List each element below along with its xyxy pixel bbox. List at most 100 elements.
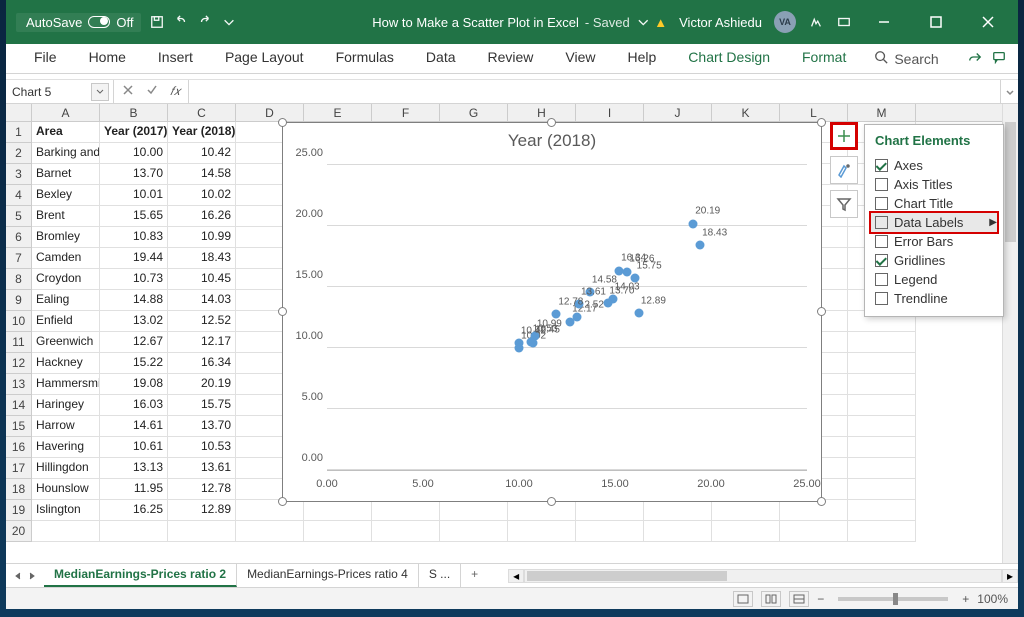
resize-handle[interactable] [547,497,556,506]
scroll-right-icon[interactable]: ▸ [1002,569,1018,583]
cell[interactable] [848,332,916,353]
cell[interactable] [848,500,916,521]
chart-element-option-axis-titles[interactable]: Axis Titles [875,175,993,194]
data-point[interactable] [526,337,535,346]
save-icon[interactable] [149,14,165,30]
cell[interactable] [848,395,916,416]
cell[interactable] [508,500,576,521]
chart-element-option-trendline[interactable]: Trendline [875,289,993,308]
row-header[interactable]: 14 [6,395,31,416]
column-header[interactable]: H [508,104,576,121]
row-header[interactable]: 17 [6,458,31,479]
checkbox-icon[interactable] [875,273,888,286]
chart-element-option-legend[interactable]: Legend [875,270,993,289]
submenu-arrow-icon[interactable]: ▶ [989,217,997,228]
cell[interactable]: 12.52 [168,311,236,332]
cell[interactable]: Year (2017) [100,122,168,143]
cell[interactable]: Bromley [32,227,100,248]
resize-handle[interactable] [817,497,826,506]
confirm-formula-icon[interactable] [146,83,158,101]
cell[interactable]: 13.70 [100,164,168,185]
cell[interactable]: 14.88 [100,290,168,311]
sheet-nav-prev-icon[interactable] [14,569,22,583]
cell[interactable]: 10.53 [168,437,236,458]
cell[interactable]: 13.70 [168,416,236,437]
cell[interactable] [848,458,916,479]
page-layout-view-button[interactable] [761,591,781,607]
row-header[interactable]: 16 [6,437,31,458]
name-box-dropdown-icon[interactable] [91,83,109,101]
cell[interactable]: 13.61 [168,458,236,479]
cell[interactable]: 12.78 [168,479,236,500]
qat-dropdown-icon[interactable] [221,14,237,30]
checkbox-icon[interactable] [875,292,888,305]
row-header[interactable]: 6 [6,227,31,248]
cell[interactable] [32,521,100,542]
formula-input[interactable] [189,80,1000,103]
resize-handle[interactable] [817,118,826,127]
tab-help[interactable]: Help [612,44,673,73]
cell[interactable]: 10.45 [168,269,236,290]
row-header[interactable]: 18 [6,479,31,500]
scroll-left-icon[interactable]: ◂ [508,569,524,583]
cell[interactable]: Bexley [32,185,100,206]
tab-home[interactable]: Home [73,44,142,73]
cell[interactable] [236,500,304,521]
row-header[interactable]: 5 [6,206,31,227]
column-header[interactable]: J [644,104,712,121]
cell[interactable] [304,521,372,542]
user-name[interactable]: Victor Ashiedu [679,15,762,30]
data-label[interactable]: 10.53 [533,324,558,335]
cell[interactable]: Havering [32,437,100,458]
cell[interactable]: Barnet [32,164,100,185]
cell[interactable]: 10.42 [168,143,236,164]
cell[interactable]: 15.22 [100,353,168,374]
data-label[interactable]: 13.61 [581,286,606,297]
checkbox-icon[interactable] [875,178,888,191]
chart-styles-button[interactable] [830,156,858,184]
cell[interactable] [780,521,848,542]
cell[interactable]: Camden [32,248,100,269]
normal-view-button[interactable] [733,591,753,607]
chart-element-option-gridlines[interactable]: Gridlines [875,251,993,270]
column-header[interactable]: C [168,104,236,121]
data-point[interactable] [566,317,575,326]
checkbox-icon[interactable] [875,216,888,229]
column-header[interactable]: A [32,104,100,121]
resize-handle[interactable] [817,307,826,316]
cell[interactable] [576,521,644,542]
cell[interactable]: 14.03 [168,290,236,311]
tab-formulas[interactable]: Formulas [320,44,410,73]
cell[interactable]: 12.89 [168,500,236,521]
resize-handle[interactable] [278,118,287,127]
cell[interactable]: 10.00 [100,143,168,164]
cell[interactable]: Enfield [32,311,100,332]
row-header[interactable]: 7 [6,248,31,269]
cell[interactable] [168,521,236,542]
sheet-tab[interactable]: S ... [419,564,461,587]
cell[interactable]: 15.65 [100,206,168,227]
data-point[interactable] [696,241,705,250]
cell[interactable]: 10.83 [100,227,168,248]
data-label[interactable]: 13.70 [609,285,634,296]
sheet-tab-active[interactable]: MedianEarnings-Prices ratio 2 [44,564,237,587]
data-point[interactable] [603,298,612,307]
zoom-slider[interactable] [838,597,948,601]
data-point[interactable] [515,343,524,352]
row-header[interactable]: 9 [6,290,31,311]
column-header[interactable]: D [236,104,304,121]
data-point[interactable] [635,308,644,317]
cell[interactable]: 14.58 [168,164,236,185]
cell[interactable]: 16.26 [168,206,236,227]
cell[interactable]: 14.61 [100,416,168,437]
data-label[interactable]: 20.19 [695,206,720,217]
column-header[interactable]: K [712,104,780,121]
add-sheet-button[interactable]: + [461,564,488,587]
row-header[interactable]: 13 [6,374,31,395]
cell[interactable] [712,521,780,542]
column-header[interactable]: B [100,104,168,121]
cell[interactable] [644,500,712,521]
cell[interactable] [304,500,372,521]
resize-handle[interactable] [278,497,287,506]
data-point[interactable] [689,219,698,228]
